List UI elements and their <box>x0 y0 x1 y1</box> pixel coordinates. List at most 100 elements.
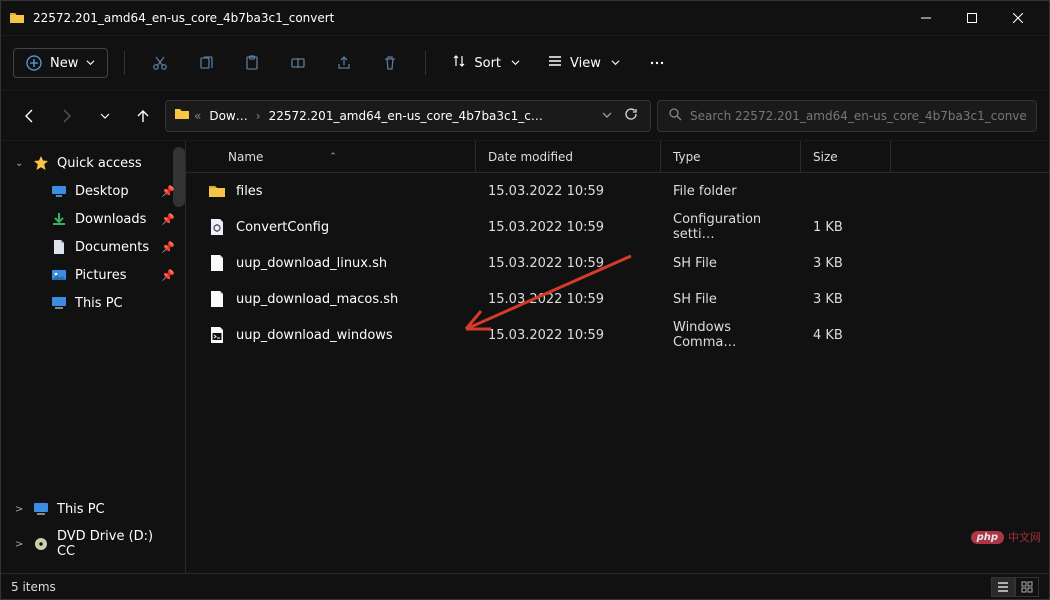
toolbar-separator <box>425 51 426 75</box>
sidebar-item-this-pc[interactable]: > This PC <box>1 495 185 523</box>
sidebar-item-this-pc[interactable]: This PC <box>1 289 185 317</box>
downloads-icon <box>51 211 67 227</box>
file-row[interactable]: files 15.03.2022 10:59File folder <box>186 173 1049 209</box>
sidebar: ⌄ Quick access Desktop📌Downloads📌Documen… <box>1 141 186 573</box>
maximize-button[interactable] <box>949 1 995 36</box>
sh-icon <box>208 290 226 308</box>
body: ⌄ Quick access Desktop📌Downloads📌Documen… <box>1 141 1049 573</box>
view-icon <box>548 54 562 72</box>
file-type: Windows Comma… <box>661 320 801 350</box>
chevron-right-icon: > <box>15 504 25 515</box>
title-bar: 22572.201_amd64_en-us_core_4b7ba3c1_conv… <box>1 1 1049 36</box>
file-name: ConvertConfig <box>236 220 329 235</box>
pin-icon: 📌 <box>161 269 175 282</box>
file-size: 1 KB <box>801 220 891 235</box>
desktop-icon <box>51 183 67 199</box>
delete-button[interactable] <box>371 44 409 82</box>
close-button[interactable] <box>995 1 1041 36</box>
chevron-down-icon[interactable] <box>598 109 616 123</box>
chevron-down-icon <box>611 56 620 71</box>
folder-icon <box>174 106 190 125</box>
sidebar-item-downloads[interactable]: Downloads📌 <box>1 205 185 233</box>
address-bar[interactable]: « Dow… › 22572.201_amd64_en-us_core_4b7b… <box>165 100 651 132</box>
sidebar-item-documents[interactable]: Documents 📌 <box>1 233 185 261</box>
file-size: 4 KB <box>801 328 891 343</box>
sidebar-item-desktop[interactable]: Desktop📌 <box>1 177 185 205</box>
file-date: 15.03.2022 10:59 <box>476 292 661 307</box>
details-view-button[interactable] <box>991 577 1015 597</box>
config-icon <box>208 218 226 236</box>
chevron-down-icon <box>86 56 95 71</box>
new-button[interactable]: New <box>13 48 108 78</box>
window-buttons <box>903 1 1041 36</box>
file-row[interactable]: uup_download_macos.sh15.03.2022 10:59SH … <box>186 281 1049 317</box>
file-row[interactable]: uup_download_linux.sh15.03.2022 10:59SH … <box>186 245 1049 281</box>
cmd-icon <box>208 326 226 344</box>
thumbnails-view-button[interactable] <box>1015 577 1039 597</box>
file-row[interactable]: uup_download_windows15.03.2022 10:59Wind… <box>186 317 1049 353</box>
minimize-button[interactable] <box>903 1 949 36</box>
pictures-icon <box>51 267 67 283</box>
file-date: 15.03.2022 10:59 <box>476 184 661 199</box>
nav-bar: « Dow… › 22572.201_amd64_en-us_core_4b7b… <box>1 91 1049 141</box>
sidebar-item-label: Documents <box>75 240 149 255</box>
sidebar-item-quick-access[interactable]: ⌄ Quick access <box>1 149 185 177</box>
new-label: New <box>50 56 78 71</box>
file-size: 3 KB <box>801 292 891 307</box>
up-button[interactable] <box>127 100 159 132</box>
documents-icon <box>51 239 67 255</box>
chevron-right-icon: › <box>256 109 261 123</box>
share-button[interactable] <box>325 44 363 82</box>
more-button[interactable] <box>638 44 676 82</box>
column-headers: Name ⌃ Date modified Type Size <box>186 141 1049 173</box>
sidebar-item-pictures[interactable]: Pictures📌 <box>1 261 185 289</box>
plus-circle-icon <box>26 55 42 71</box>
search-box[interactable] <box>657 100 1037 132</box>
breadcrumb-item[interactable]: Dow… <box>205 107 251 125</box>
search-input[interactable] <box>690 109 1026 123</box>
pin-icon: 📌 <box>161 241 175 254</box>
file-size: 3 KB <box>801 256 891 271</box>
recent-button[interactable] <box>89 100 121 132</box>
sort-asc-icon: ⌃ <box>329 152 337 162</box>
file-name: uup_download_windows <box>236 328 393 343</box>
back-button[interactable] <box>13 100 45 132</box>
rename-button[interactable] <box>279 44 317 82</box>
column-size[interactable]: Size <box>801 141 891 172</box>
column-type[interactable]: Type <box>661 141 801 172</box>
column-date[interactable]: Date modified <box>476 141 661 172</box>
file-list: files15.03.2022 10:59File folderConvertC… <box>186 173 1049 573</box>
file-row[interactable]: ConvertConfig15.03.2022 10:59Configurati… <box>186 209 1049 245</box>
file-name: files <box>236 184 263 199</box>
file-type: Configuration setti… <box>661 212 801 242</box>
chevron-left-icon: « <box>194 109 201 123</box>
file-name: uup_download_linux.sh <box>236 256 387 271</box>
sidebar-item-label: Desktop <box>75 184 129 199</box>
file-type: File folder <box>661 184 801 199</box>
sh-icon <box>208 254 226 272</box>
chevron-down-icon: ⌄ <box>15 158 25 169</box>
column-name[interactable]: Name ⌃ <box>186 141 476 172</box>
chevron-down-icon <box>511 56 520 71</box>
folder-icon <box>9 10 25 26</box>
copy-button[interactable] <box>187 44 225 82</box>
sort-label: Sort <box>474 56 501 71</box>
sort-icon <box>452 54 466 72</box>
forward-button[interactable] <box>51 100 83 132</box>
item-count: 5 items <box>11 580 56 594</box>
paste-button[interactable] <box>233 44 271 82</box>
view-button[interactable]: View <box>538 48 630 78</box>
content: Name ⌃ Date modified Type Size files 15.0… <box>186 141 1049 573</box>
sort-button[interactable]: Sort <box>442 48 530 78</box>
sidebar-item-label: This PC <box>75 296 123 311</box>
status-bar: 5 items <box>1 573 1049 599</box>
sidebar-item-label: This PC <box>57 502 105 517</box>
breadcrumb-item[interactable]: 22572.201_amd64_en-us_core_4b7ba3c1_c… <box>265 107 547 125</box>
folder-icon <box>208 182 226 200</box>
cut-button[interactable] <box>141 44 179 82</box>
refresh-button[interactable] <box>620 107 642 124</box>
toolbar: New Sort View <box>1 36 1049 91</box>
explorer-window: 22572.201_amd64_en-us_core_4b7ba3c1_conv… <box>0 0 1050 600</box>
sidebar-item-dvd-drive-d-cc[interactable]: >DVD Drive (D:) CC <box>1 523 185 565</box>
thispc-icon <box>33 501 49 517</box>
